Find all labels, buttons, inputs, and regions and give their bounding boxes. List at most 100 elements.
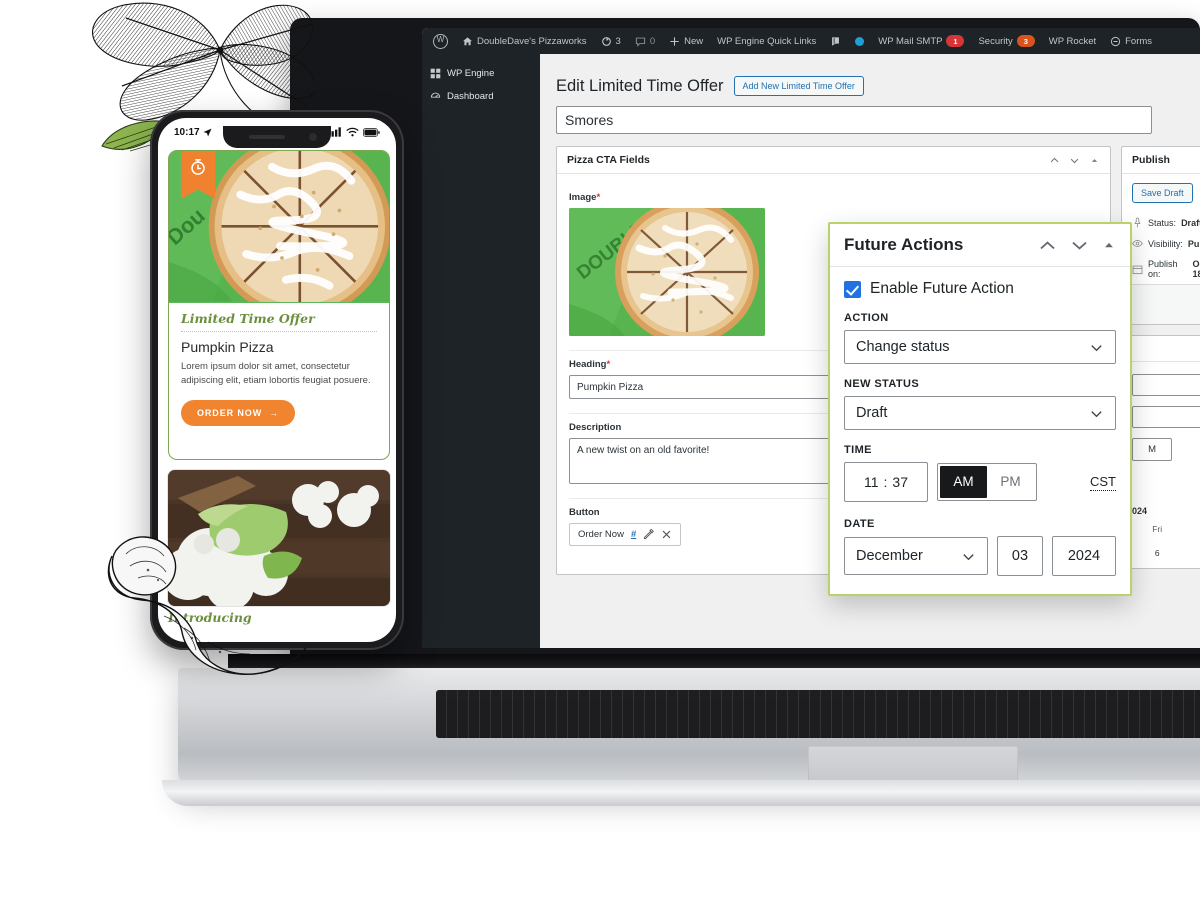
timer-icon (191, 159, 205, 175)
underlay-status-select[interactable] (1132, 406, 1200, 428)
admin-bar-forms[interactable]: Forms (1103, 28, 1159, 54)
weekday-fri: Fri (1152, 524, 1163, 534)
future-actions-header[interactable]: Future Actions (830, 224, 1130, 267)
am-option[interactable]: AM (940, 466, 987, 499)
admin-bar-status-dot[interactable] (848, 28, 871, 54)
card-eyebrow: Limited Time Offer (181, 311, 315, 326)
pm-option[interactable]: PM (987, 466, 1034, 498)
admin-bar-comments[interactable]: 0 (628, 28, 662, 54)
visibility-label: Visibility: (1148, 238, 1183, 249)
status-value: Draft (1181, 217, 1200, 228)
sidebar-item-wp-engine[interactable]: WP Engine (422, 62, 540, 85)
metabox-header[interactable]: Pizza CTA Fields (557, 147, 1111, 174)
month-select[interactable]: December (844, 537, 988, 576)
action-select[interactable]: Change status (844, 330, 1116, 365)
underlay-action-select[interactable] (1132, 374, 1200, 396)
updates-icon (601, 36, 611, 46)
calendar-day[interactable] (1132, 536, 1182, 546)
comments-count: 0 (649, 35, 656, 47)
arrow-right-icon: → (269, 407, 280, 418)
add-new-limited-time-offer-button[interactable]: Add New Limited Time Offer (733, 76, 864, 96)
enable-future-action-label: Enable Future Action (870, 280, 1014, 297)
site-name-label: DoubleDave's Pizzaworks (477, 35, 587, 47)
time-separator: : (883, 474, 888, 491)
close-icon[interactable] (661, 529, 672, 540)
admin-bar-plugin-icon[interactable] (823, 28, 848, 54)
time-input[interactable]: 11 : 37 (844, 462, 928, 503)
year-input[interactable]: 2024 (1052, 536, 1116, 577)
chevron-down-icon[interactable] (1069, 155, 1080, 166)
admin-bar-updates[interactable]: 3 (594, 28, 628, 54)
chevron-up-icon[interactable] (1049, 155, 1060, 166)
publish-header[interactable]: Publish (1122, 147, 1200, 174)
admin-bar-wp-logo[interactable] (426, 28, 455, 54)
wifi-icon (346, 127, 359, 137)
admin-bar-wp-rocket[interactable]: WP Rocket (1042, 28, 1103, 54)
wp-admin-sidebar: WP Engine Dashboard (422, 54, 540, 648)
button-chip-url[interactable]: # (631, 529, 636, 540)
admin-bar-security[interactable]: Security 3 (971, 28, 1041, 54)
forms-label: Forms (1125, 35, 1153, 47)
future-actions-metabox-underlay: M CST 03 2024 024 → (1121, 335, 1200, 569)
laptop-trackpad (808, 746, 1018, 784)
image-thumbnail[interactable]: DOUBLE (569, 208, 765, 336)
underlay-meridiem[interactable]: M (1132, 438, 1173, 461)
admin-bar-new[interactable]: New (662, 28, 710, 54)
button-chip-text: Order Now (578, 529, 624, 540)
dashboard-icon (430, 92, 441, 98)
underlay-body: M CST 03 2024 024 → (1122, 362, 1200, 568)
underlay-header[interactable] (1122, 336, 1200, 362)
chevron-down-icon[interactable] (1070, 236, 1089, 255)
future-actions-title: Future Actions (844, 235, 964, 254)
order-now-button[interactable]: ORDER NOW → (181, 399, 296, 426)
heading-label-text: Heading (569, 359, 607, 370)
calendar-icon (1132, 265, 1143, 274)
day-input[interactable]: 03 (997, 536, 1043, 577)
admin-bar-site-name[interactable]: DoubleDave's Pizzaworks (455, 28, 594, 54)
future-actions-body: Enable Future Action ACTION Change statu… (830, 267, 1130, 594)
publish-status-row: Status: Draft Edit (1122, 212, 1200, 233)
calendar-day[interactable]: 6 (1132, 548, 1182, 558)
admin-bar-wpengine-links[interactable]: WP Engine Quick Links (710, 28, 823, 54)
status-time: 10:17 (174, 126, 200, 138)
location-arrow-icon (203, 128, 212, 136)
calendar-day[interactable] (1184, 536, 1200, 546)
calendar-day[interactable]: 7 (1184, 548, 1200, 558)
wp-mail-smtp-badge: 1 (946, 35, 965, 47)
calendar-year-fragment: 024 (1132, 506, 1148, 516)
timezone-label: CST (1090, 473, 1116, 491)
security-label: Security (978, 35, 1013, 47)
sidebar-label-wp-engine: WP Engine (447, 68, 495, 79)
post-title-input[interactable]: Smores (556, 106, 1152, 134)
second-offer-card[interactable] (168, 470, 390, 606)
wp-rocket-label: WP Rocket (1048, 35, 1097, 47)
card-image: Dou (169, 151, 389, 303)
button-link-chip[interactable]: Order Now # (569, 523, 682, 546)
save-draft-button[interactable]: Save Draft (1132, 183, 1193, 203)
time-minute: 37 (892, 474, 908, 491)
flag-icon (832, 36, 840, 46)
new-status-select[interactable]: Draft (844, 396, 1116, 431)
chevron-down-icon (963, 554, 974, 561)
status-bar-left: 10:17 (174, 127, 212, 138)
wp-mail-smtp-label: WP Mail SMTP (878, 35, 943, 47)
caret-up-icon[interactable] (1089, 155, 1100, 166)
status-label: Status: (1148, 217, 1177, 228)
enable-future-action-row[interactable]: Enable Future Action (844, 279, 1116, 298)
calendar-nav: 024 → (1132, 504, 1200, 518)
enable-future-action-checkbox[interactable] (844, 281, 861, 298)
new-label: New (684, 35, 704, 47)
meridiem-toggle[interactable]: AM PM (937, 463, 1037, 502)
chevron-up-icon[interactable] (1038, 236, 1057, 255)
card-heading: Pumpkin Pizza (181, 339, 274, 355)
admin-bar-wp-mail-smtp[interactable]: WP Mail SMTP 1 (871, 28, 971, 54)
pencil-icon[interactable] (643, 529, 655, 540)
date-row: December 03 2024 (844, 536, 1116, 577)
caret-up-icon[interactable] (1102, 238, 1116, 252)
sidebar-label-dashboard: Dashboard (447, 91, 494, 102)
future-actions-panel: Future Actions Enable Future Action ACTI… (828, 222, 1132, 597)
sidebar-item-dashboard[interactable]: Dashboard (422, 85, 540, 108)
future-actions-controls (1038, 236, 1116, 255)
card-body-text: Lorem ipsum dolor sit amet, consectetur … (181, 361, 371, 387)
admin-bar-left-group: DoubleDave's Pizzaworks 3 (422, 28, 1159, 54)
